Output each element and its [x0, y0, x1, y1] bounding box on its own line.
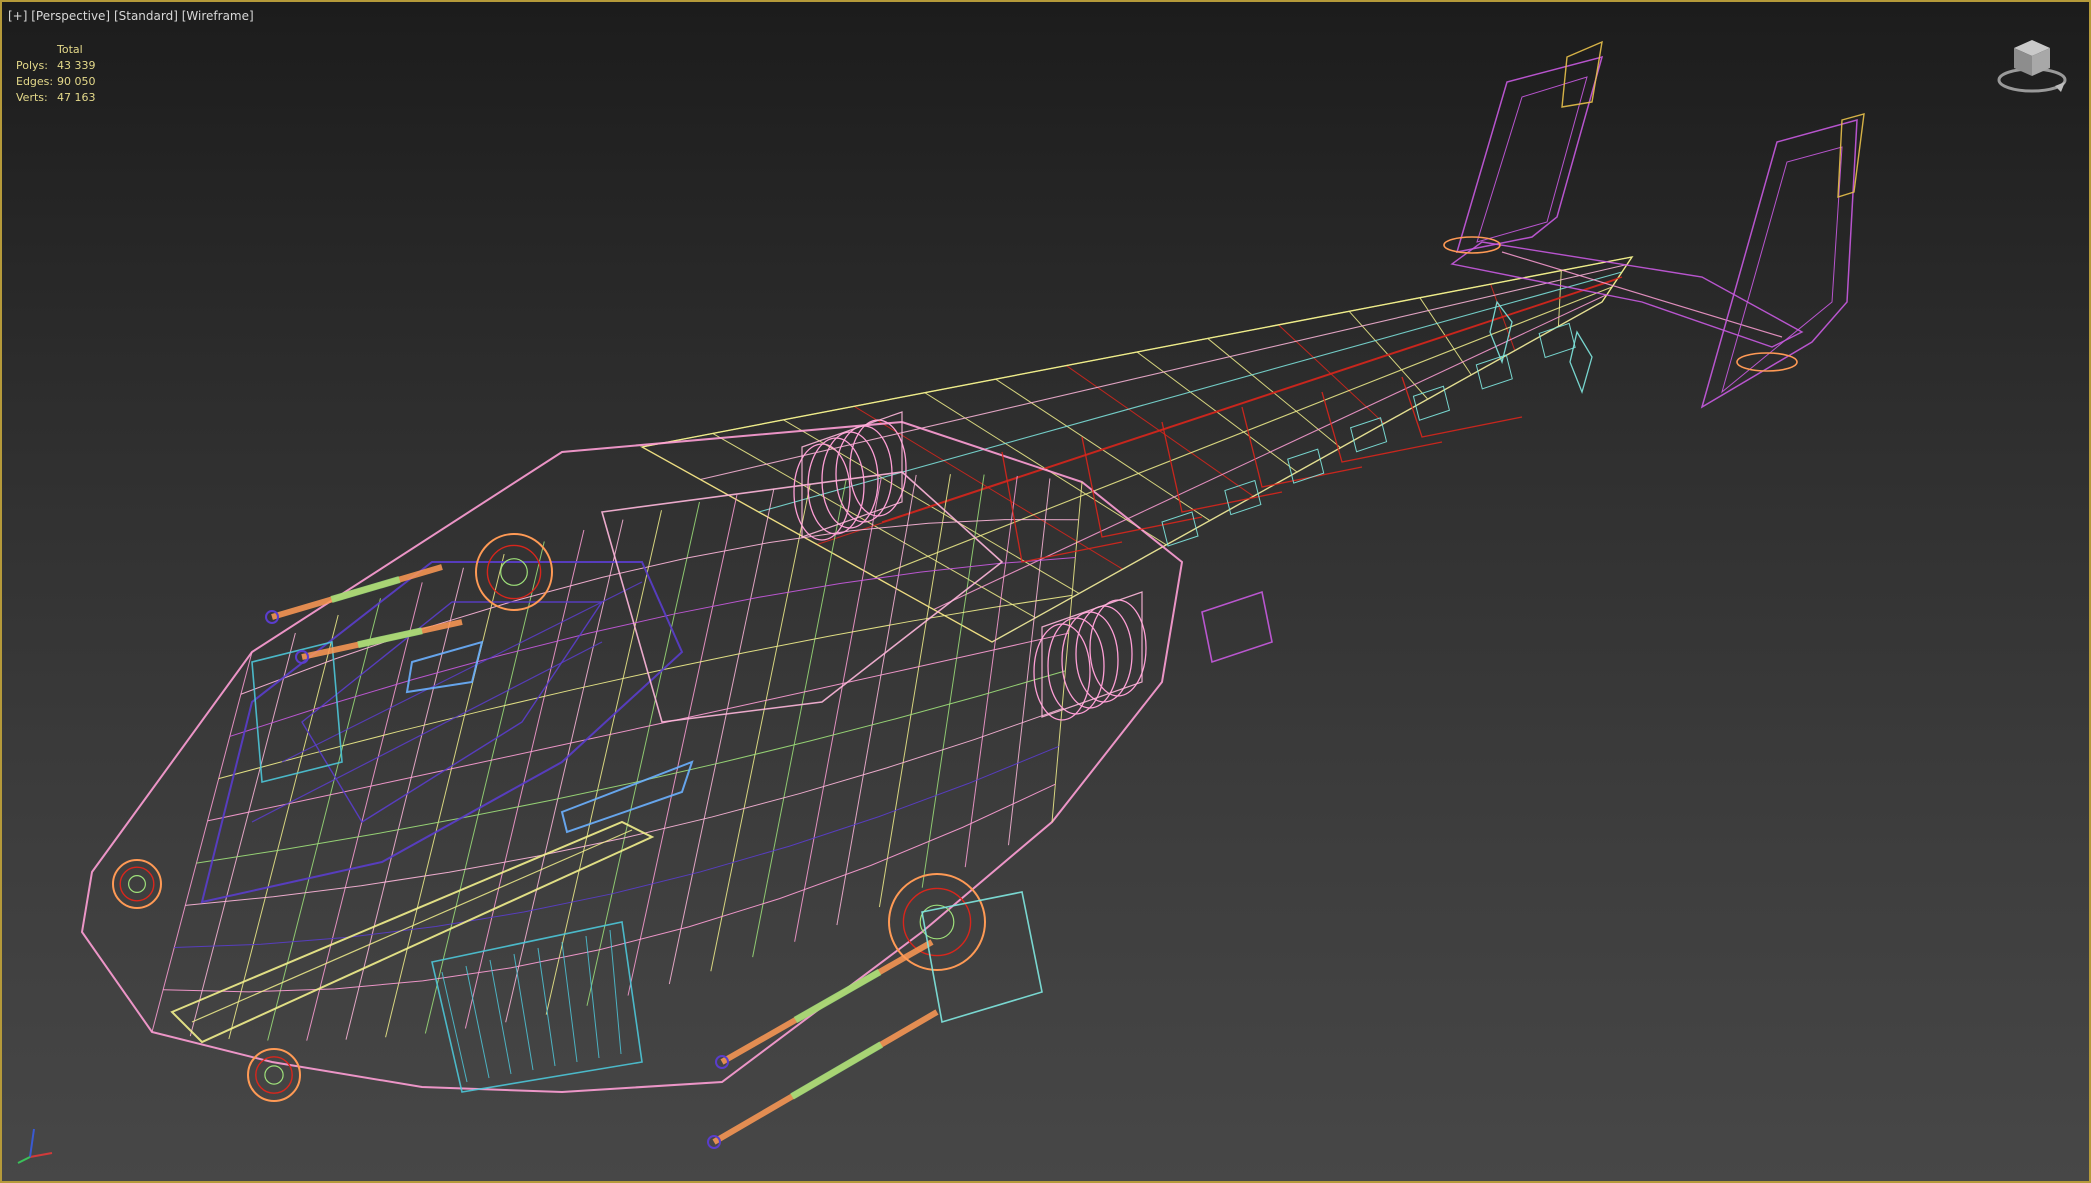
fuselage-rib [1007, 478, 1051, 846]
lower-panel-grille [537, 947, 556, 1067]
engine-pod-top-ring [849, 419, 907, 517]
weapon-pylon [921, 891, 1043, 1024]
wheel-nose-inner [119, 866, 155, 902]
fuselage-rib [878, 474, 951, 908]
viewport-general-menu[interactable]: [+] [8, 9, 27, 23]
fuselage-rib [836, 474, 917, 926]
fuselage-stringer [240, 519, 1079, 695]
lower-panel-grille [441, 971, 468, 1083]
tail-boom-stringer [758, 271, 1623, 513]
cockpit-frame [301, 601, 604, 823]
internal-frame-red [1321, 391, 1443, 463]
cockpit-strut [251, 641, 603, 823]
fuselage-rib [752, 479, 847, 958]
fuselage-stringer [207, 632, 1069, 822]
tail-fin-left [1455, 55, 1604, 253]
intake-blue-lower [560, 760, 694, 834]
stats-verts-label: Verts: [16, 91, 48, 104]
wheel-front-top-inner [486, 544, 542, 600]
wheel-nose-hub [127, 874, 146, 893]
wheel-main-inner [902, 887, 972, 957]
side-panel-cyan [251, 640, 343, 784]
engine-pod-rear-ring [1089, 599, 1147, 697]
wheel-nose-lower-hub [264, 1065, 284, 1085]
internal-frame-red [1241, 406, 1363, 488]
wireframe-helicopter-model[interactable] [2, 2, 2091, 1183]
fuselage-rib [586, 501, 700, 1006]
side-step-magenta [1201, 590, 1273, 664]
stats-header: Total [57, 43, 83, 56]
fuselage-rib [794, 476, 882, 942]
lower-panel-grille [609, 929, 622, 1055]
tail-fin-left-inner [1476, 76, 1588, 243]
stats-row-polys: Polys: 43 339 [16, 58, 96, 74]
lower-panel-grille [561, 941, 578, 1063]
tail-boom-outline [639, 255, 1634, 643]
gun-barrel-bottom-sleeve [790, 1041, 884, 1100]
viewport-render-mode-menu[interactable]: [Wireframe] [182, 9, 254, 23]
internal-frame-red [1161, 421, 1283, 513]
gun-barrel-top-sleeve [330, 576, 401, 603]
axis-tripod-icon [17, 1128, 53, 1164]
tail-boom-stringer [875, 286, 1613, 578]
tail-boom-panel [1161, 511, 1199, 547]
nose-stripe [170, 820, 655, 1044]
lower-panel-grille [489, 959, 512, 1075]
tail-boom-panel [1412, 385, 1451, 421]
tail-boom-panel [1538, 322, 1576, 359]
tail-boom-stringer [933, 294, 1608, 610]
fuselage-rib [267, 598, 381, 1041]
fuselage-rib [545, 510, 662, 1015]
statistics-overlay: Total Polys: 43 339 Edges: 90 050 Verts:… [16, 42, 96, 106]
gun-barrel-top-2-sleeve [357, 627, 423, 649]
fuselage-rib [464, 529, 585, 1029]
stats-polys-label: Polys: [16, 59, 48, 72]
stats-verts-value: 47 163 [57, 91, 96, 104]
cockpit-strut [281, 581, 643, 763]
lower-panel-grille [585, 935, 600, 1059]
tail-fin-left-tip [1561, 40, 1603, 108]
viewport-shading-menu[interactable]: [Standard] [114, 9, 178, 23]
lower-panel-grille [513, 953, 534, 1071]
tail-fin-right-inner [1721, 146, 1843, 394]
tail-fin-right [1700, 119, 1858, 409]
fuselage-rib [1051, 481, 1083, 823]
viewport-label-menu: [+] [Perspective] [Standard] [Wireframe] [8, 9, 254, 23]
internal-frame-red [1401, 376, 1523, 438]
internal-frame-red [1081, 436, 1203, 538]
tail-boom-centerline [881, 276, 1623, 523]
stats-row-verts: Verts: 47 163 [16, 90, 96, 106]
fuselage-rib [668, 488, 775, 985]
fuselage-rib [964, 475, 1018, 868]
fuselage-stringer [174, 745, 1059, 949]
lower-panel-grille [465, 965, 490, 1079]
viewport-point-of-view-menu[interactable]: [Perspective] [31, 9, 110, 23]
engine-pod-rear-ring [1075, 605, 1133, 703]
stats-edges-value: 90 050 [57, 75, 96, 88]
tail-boom-panel [1475, 354, 1513, 390]
fuselage-rib [710, 483, 811, 972]
stats-polys-value: 43 339 [57, 59, 96, 72]
fuselage-stringer [163, 783, 1056, 993]
tail-boom-panel [1349, 417, 1388, 453]
stats-edges-label: Edges: [16, 75, 54, 88]
fuselage-rib [505, 519, 624, 1023]
3d-viewport[interactable]: [+] [Perspective] [Standard] [Wireframe]… [0, 0, 2091, 1183]
fuselage-rib [151, 651, 253, 1033]
viewcube-icon[interactable] [1995, 34, 2069, 100]
tail-boom-stringer [700, 263, 1628, 481]
stats-row-edges: Edges: 90 050 [16, 74, 96, 90]
gun-barrel-bottom-2-sleeve [793, 968, 882, 1024]
tail-skid-fin [1489, 300, 1513, 365]
